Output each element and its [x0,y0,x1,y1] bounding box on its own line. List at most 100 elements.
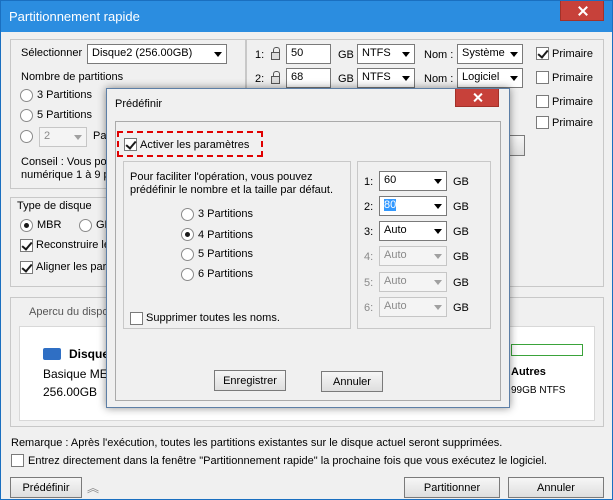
size-3-select[interactable]: Auto [379,221,447,241]
dialog-radio-4-label: 4 Partitions [198,229,254,241]
size-6-num: 6: [364,302,374,314]
rebuild-label: Reconstruire le [36,239,110,251]
partition-4-primary-checkbox[interactable] [536,116,549,129]
partition-4-primary-label: Primaire [552,117,593,129]
partition-3-primary-checkbox[interactable] [536,95,549,108]
partition-2-unit: GB [338,73,354,85]
dialog-radio-6[interactable] [181,268,194,281]
dialog-radio-5[interactable] [181,248,194,261]
radio-3-label: 3 Partitions [37,89,93,101]
dialog-desc-line-1: Pour faciliter l'opération, vous pouvez [130,171,313,183]
size-6-select[interactable]: Auto [379,297,447,317]
size-2-select[interactable]: 80 [379,196,447,216]
partition-2-size[interactable]: 68 [286,68,331,88]
disk-type-label: Type de disque [17,200,92,212]
partition-1-unit: GB [338,49,354,61]
dialog-close-icon[interactable] [455,89,499,107]
dialog-radio-4[interactable] [181,228,194,241]
dialog-radio-3[interactable] [181,208,194,221]
chevron-down-icon [434,179,442,184]
chevron-down-icon [434,305,442,310]
dialog-cancel-button[interactable]: Annuler [321,371,383,392]
size-1-unit: GB [453,176,469,188]
dialog-desc-line-2: prédéfinir le nombre et la taille par dé… [130,184,334,196]
conseil-line-2: numérique 1 à 9 p [21,169,110,181]
close-icon[interactable] [560,1,604,21]
rebuild-checkbox[interactable] [20,239,33,252]
size-3-unit: GB [453,226,469,238]
enter-direct-checkbox[interactable] [11,454,24,467]
radio-5-label: 5 Partitions [37,109,93,121]
partition-1-primary-checkbox[interactable] [536,47,549,60]
partition-1-name-label: Nom : [424,49,454,61]
size-4-unit: GB [453,251,469,263]
preview-right-name: Autres [511,366,546,378]
dialog-radio-3-label: 3 Partitions [198,208,254,220]
partition-1-num: 1: [255,49,265,61]
disk-icon [43,348,61,360]
chevron-down-icon [214,52,222,57]
gpt-radio[interactable] [79,219,92,232]
align-label: Aligner les part [36,261,110,273]
chevron-down-icon [510,52,518,57]
dialog-radio-5-label: 5 Partitions [198,248,254,260]
partition-1-size[interactable]: 50 [286,44,331,64]
mbr-label: MBR [37,219,62,231]
disk-select[interactable]: Disque2 (256.00GB) [87,44,227,64]
preview-title: Apercu du dispo [29,306,109,318]
delete-names-checkbox[interactable] [130,312,143,325]
size-5-num: 5: [364,277,374,289]
activate-checkbox[interactable] [124,138,137,151]
partition-1-fs-select[interactable]: NTFS [357,44,415,64]
radio-custom[interactable] [20,130,33,143]
chevron-down-icon [402,52,410,57]
remark-text: Remarque : Après l'exécution, toutes les… [11,437,503,449]
chevron-down-icon [510,76,518,81]
chevron-down-icon [434,254,442,259]
partition-2-primary-label: Primaire [552,72,593,84]
preview-partition-bar[interactable] [511,344,583,356]
partition-1-name-select[interactable]: Système [457,44,523,64]
enter-direct-label: Entrez directement dans la fenêtre "Part… [28,455,547,467]
activate-label: Activer les paramètres [140,139,250,151]
chevron-down-icon [434,280,442,285]
custom-suffix: Pa [93,130,107,142]
chevron-down-icon [434,229,442,234]
radio-5-partitions[interactable] [20,109,33,122]
dialog-save-button[interactable]: Enregistrer [214,370,286,391]
size-1-num: 1: [364,176,374,188]
size-2-unit: GB [453,201,469,213]
preview-disk-size: 256.00GB [43,385,98,399]
title-bar: Partitionnement rapide [1,1,612,32]
partition-2-name-select[interactable]: Logiciel [457,68,523,88]
size-3-num: 3: [364,226,374,238]
partition-2-name-label: Nom : [424,73,454,85]
align-checkbox[interactable] [20,261,33,274]
double-chevron-up-icon[interactable]: ︽ [87,479,99,496]
predefine-dialog: Prédéfinir Activer les paramètres Pour f… [106,88,510,408]
size-1-select[interactable]: 60 [379,171,447,191]
size-4-select[interactable]: Auto [379,246,447,266]
partition-2-fs-select[interactable]: NTFS [357,68,415,88]
chevron-down-icon [402,76,410,81]
mbr-radio[interactable] [20,219,33,232]
size-2-num: 2: [364,201,374,213]
partition-extra-button[interactable] [509,135,525,156]
cancel-button[interactable]: Annuler [508,477,604,498]
predefine-button[interactable]: Prédéfinir [10,477,82,498]
dialog-radio-6-label: 6 Partitions [198,268,254,280]
dialog-title-bar: Prédéfinir [107,89,509,119]
dialog-title: Prédéfinir [115,98,163,110]
preview-disk-name: Disque [69,347,110,361]
partition-3-primary-label: Primaire [552,96,593,108]
preview-right-info: 99GB NTFS [511,385,566,396]
partition-2-primary-checkbox[interactable] [536,71,549,84]
delete-names-label: Supprimer toutes les noms. [146,312,280,324]
chevron-down-icon [434,204,442,209]
custom-count-select[interactable]: 2 [39,127,87,147]
size-5-select[interactable]: Auto [379,272,447,292]
radio-3-partitions[interactable] [20,89,33,102]
size-4-num: 4: [364,251,374,263]
lock-icon [271,71,280,84]
partition-button[interactable]: Partitionner [404,477,500,498]
